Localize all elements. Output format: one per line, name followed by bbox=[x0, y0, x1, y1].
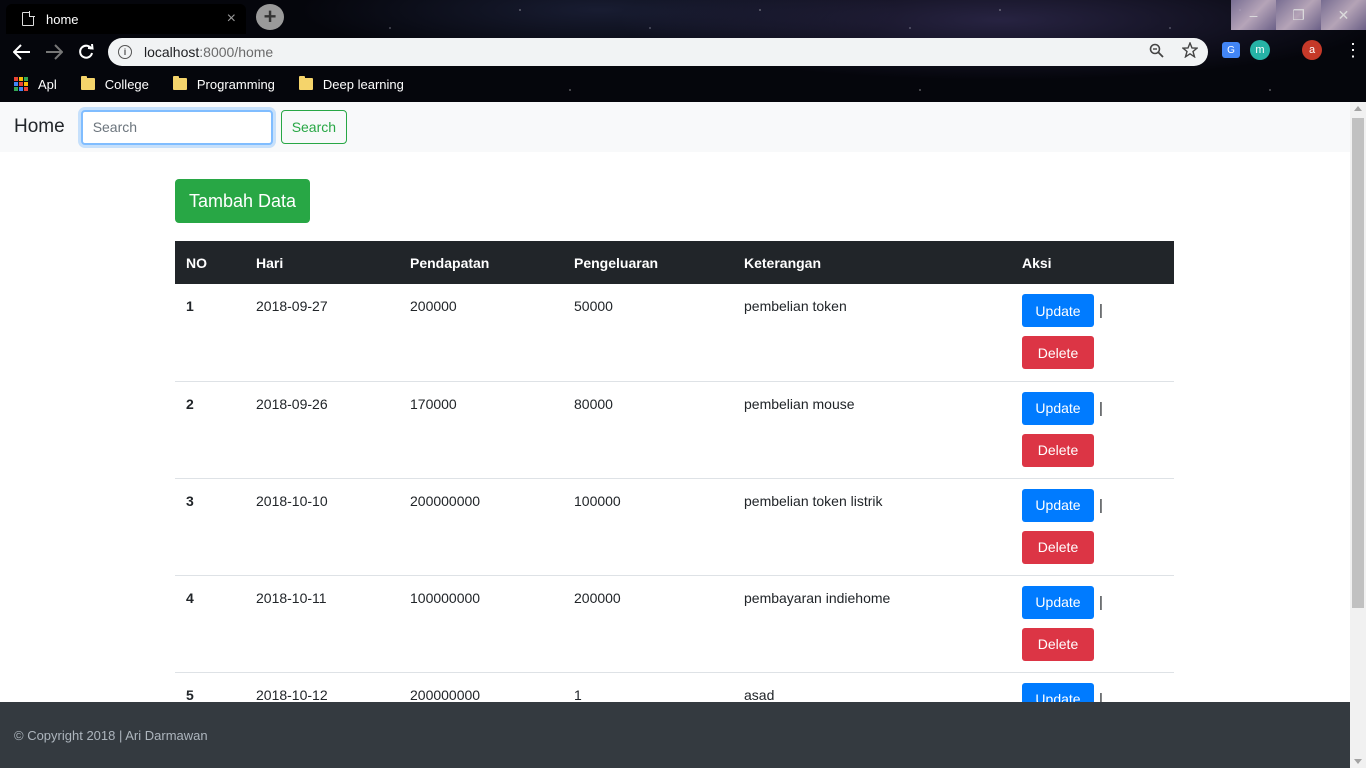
cell-keterangan: pembayaran indiehome bbox=[733, 574, 1011, 672]
navbar: Home Search bbox=[0, 102, 1350, 152]
separator: | bbox=[1099, 496, 1103, 514]
apps-icon bbox=[14, 77, 28, 91]
scrollbar-thumb[interactable] bbox=[1352, 118, 1364, 608]
bookmark-star-icon[interactable] bbox=[1181, 41, 1199, 62]
cell-aksi: Update | Delete bbox=[1011, 284, 1174, 381]
header-no: NO bbox=[175, 241, 245, 284]
cell-no: 3 bbox=[175, 477, 245, 575]
separator: | bbox=[1099, 399, 1103, 417]
cell-keterangan: pembelian mouse bbox=[733, 380, 1011, 478]
delete-button[interactable]: Delete bbox=[1022, 530, 1094, 564]
scroll-up-arrow-icon[interactable] bbox=[1354, 106, 1362, 111]
reload-icon[interactable] bbox=[70, 36, 102, 68]
header-pendapatan: Pendapatan bbox=[399, 241, 563, 284]
header-keterangan: Keterangan bbox=[733, 241, 1011, 284]
cell-no: 2 bbox=[175, 380, 245, 478]
delete-button[interactable]: Delete bbox=[1022, 433, 1094, 467]
cell-hari: 2018-09-27 bbox=[256, 298, 328, 314]
search-input[interactable] bbox=[80, 109, 273, 145]
cell-no: 1 bbox=[186, 298, 194, 314]
cell-pengeluaran: 80000 bbox=[563, 380, 733, 478]
scroll-down-arrow-icon[interactable] bbox=[1354, 759, 1362, 764]
update-button[interactable]: Update bbox=[1022, 391, 1094, 425]
bookmarks-bar: Apl College Programming Deep learning bbox=[0, 72, 428, 96]
copyright-text: © Copyright 2018 | Ari Darmawan bbox=[14, 727, 208, 743]
cell-hari: 2018-10-11 bbox=[245, 574, 399, 672]
restore-button[interactable]: ❐ bbox=[1276, 0, 1321, 30]
delete-button[interactable]: Delete bbox=[1022, 336, 1094, 369]
header-hari: Hari bbox=[245, 241, 399, 284]
table-row: 1 2018-09-27 200000 50000 pembelian toke… bbox=[175, 284, 1174, 381]
cell-keterangan: pembelian token bbox=[744, 298, 847, 314]
minimize-button[interactable]: – bbox=[1231, 0, 1276, 30]
bookmark-deep-learning[interactable]: Deep learning bbox=[298, 76, 404, 92]
address-bar[interactable]: i localhost:8000/home bbox=[108, 38, 1208, 66]
cell-aksi: Update | Delete bbox=[1011, 574, 1174, 672]
scrollbar[interactable] bbox=[1350, 102, 1366, 768]
bookmark-college[interactable]: College bbox=[80, 76, 149, 92]
folder-icon bbox=[80, 76, 95, 90]
page-viewport: Home Search Tambah Data NO Hari Pendapat… bbox=[0, 102, 1366, 768]
table-row: 4 2018-10-11 100000000 200000 pembayaran… bbox=[175, 574, 1174, 672]
table-header-row: NO Hari Pendapatan Pengeluaran Keteranga… bbox=[175, 241, 1174, 284]
cell-aksi: Update | Delete bbox=[1011, 380, 1174, 478]
cell-pengeluaran: 50000 bbox=[574, 298, 613, 314]
menu-dots-icon[interactable]: ⋮ bbox=[1344, 41, 1362, 59]
update-button[interactable]: Update bbox=[1022, 294, 1094, 327]
back-arrow-icon[interactable] bbox=[6, 36, 38, 68]
update-button[interactable]: Update bbox=[1022, 585, 1094, 619]
close-tab-icon[interactable]: × bbox=[227, 10, 236, 28]
browser-tab[interactable]: home × bbox=[6, 4, 246, 34]
browser-chrome: home × + – ❐ ✕ i localhost:8000/home G m… bbox=[0, 0, 1366, 102]
folder-icon bbox=[298, 76, 313, 90]
info-icon[interactable]: i bbox=[118, 45, 132, 59]
bookmark-label: Apl bbox=[38, 76, 57, 92]
page-icon bbox=[22, 11, 35, 26]
separator: | bbox=[1099, 302, 1103, 319]
cell-keterangan: pembelian token listrik bbox=[733, 477, 1011, 575]
translate-icon[interactable]: G bbox=[1222, 42, 1240, 58]
extension-m-icon[interactable]: m bbox=[1250, 40, 1270, 60]
footer: © Copyright 2018 | Ari Darmawan bbox=[0, 702, 1350, 768]
zoom-icon[interactable] bbox=[1149, 43, 1164, 62]
bookmark-programming[interactable]: Programming bbox=[172, 76, 275, 92]
forward-arrow-icon[interactable] bbox=[38, 36, 70, 68]
bookmark-label: Deep learning bbox=[322, 76, 404, 92]
header-pengeluaran: Pengeluaran bbox=[563, 241, 733, 284]
cell-pengeluaran: 200000 bbox=[563, 574, 733, 672]
cell-pendapatan: 200000000 bbox=[399, 477, 563, 575]
update-button[interactable]: Update bbox=[1022, 488, 1094, 522]
search-button[interactable]: Search bbox=[280, 110, 348, 144]
navbar-brand[interactable]: Home bbox=[14, 116, 65, 138]
profile-avatar[interactable]: a bbox=[1302, 40, 1322, 60]
add-data-button[interactable]: Tambah Data bbox=[175, 179, 310, 223]
cell-pendapatan: 200000 bbox=[410, 298, 457, 314]
cell-pendapatan: 100000000 bbox=[399, 574, 563, 672]
cell-pendapatan: 170000 bbox=[399, 380, 563, 478]
cell-hari: 2018-09-26 bbox=[245, 380, 399, 478]
url-text: localhost:8000/home bbox=[144, 44, 274, 60]
header-aksi: Aksi bbox=[1011, 241, 1174, 284]
extensions-area: G m a ⋮ bbox=[1222, 40, 1362, 60]
data-table: NO Hari Pendapatan Pengeluaran Keteranga… bbox=[175, 241, 1174, 768]
new-tab-button[interactable]: + bbox=[256, 4, 284, 30]
bookmark-label: College bbox=[104, 76, 149, 92]
cell-hari: 2018-10-10 bbox=[245, 477, 399, 575]
close-window-button[interactable]: ✕ bbox=[1321, 0, 1366, 30]
tab-title: home bbox=[46, 11, 79, 27]
cell-no: 4 bbox=[175, 574, 245, 672]
separator: | bbox=[1099, 593, 1103, 611]
cell-pengeluaran: 100000 bbox=[563, 477, 733, 575]
table-row: 2 2018-09-26 170000 80000 pembelian mous… bbox=[175, 380, 1174, 478]
table-row: 3 2018-10-10 200000000 100000 pembelian … bbox=[175, 477, 1174, 575]
bookmark-label: Programming bbox=[196, 76, 275, 92]
cell-aksi: Update | Delete bbox=[1011, 477, 1174, 575]
folder-icon bbox=[172, 76, 187, 90]
bookmark-apps[interactable]: Apl bbox=[14, 77, 57, 92]
browser-toolbar: i localhost:8000/home G m a ⋮ bbox=[0, 36, 1366, 68]
delete-button[interactable]: Delete bbox=[1022, 627, 1094, 661]
window-controls: – ❐ ✕ bbox=[1231, 0, 1366, 30]
